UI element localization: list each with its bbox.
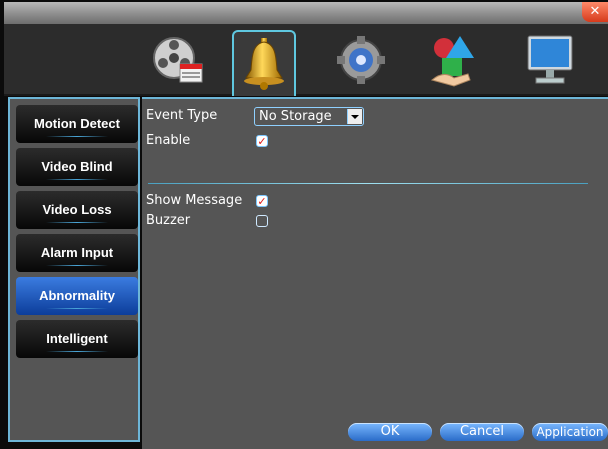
alarm-category-sidebar: Motion Detect Video Blind Video Loss Ala…: [8, 97, 140, 442]
buzzer-label: Buzzer: [146, 213, 191, 228]
title-bar: ✕: [4, 2, 608, 25]
enable-checkbox[interactable]: ✓: [256, 135, 268, 147]
alarm-settings-window: ✕ Motion Detect Video Blind Video Loss A…: [0, 0, 608, 449]
settings-panel: Event Type No Storage Enable ✓ Show Mess…: [142, 97, 608, 449]
sidebar-item-intelligent[interactable]: Intelligent: [16, 320, 138, 358]
system-gear-icon: [337, 36, 385, 84]
chevron-down-icon[interactable]: [347, 109, 362, 124]
monitor-icon: [527, 35, 573, 84]
close-icon: ✕: [589, 4, 601, 19]
toolbar-advanced[interactable]: [424, 30, 484, 90]
main-toolbar: [4, 24, 608, 96]
ok-button[interactable]: OK: [348, 423, 432, 441]
sidebar-item-video-loss[interactable]: Video Loss: [16, 191, 138, 229]
toolbar-record[interactable]: [148, 30, 208, 90]
alarm-bell-icon: [244, 38, 284, 90]
close-button[interactable]: ✕: [582, 2, 608, 22]
event-type-value: No Storage: [259, 109, 332, 124]
toolbar-alarm[interactable]: [232, 30, 296, 96]
toolbar-monitor[interactable]: [520, 30, 580, 90]
event-type-select[interactable]: No Storage: [254, 107, 364, 126]
advanced-icon: [430, 36, 474, 87]
sidebar-item-video-blind[interactable]: Video Blind: [16, 148, 138, 186]
show-message-checkbox[interactable]: ✓: [256, 195, 268, 207]
toolbar-system[interactable]: [331, 30, 391, 90]
section-divider: [148, 183, 588, 184]
enable-label: Enable: [146, 133, 191, 148]
sidebar-item-abnormality[interactable]: Abnormality: [16, 277, 138, 315]
event-type-label: Event Type: [146, 108, 218, 123]
sidebar-item-motion-detect[interactable]: Motion Detect: [16, 105, 138, 143]
cancel-button[interactable]: Cancel: [440, 423, 524, 441]
show-message-label: Show Message: [146, 193, 243, 208]
sidebar-item-alarm-input[interactable]: Alarm Input: [16, 234, 138, 272]
apply-button[interactable]: Application: [532, 423, 608, 441]
record-icon: [153, 37, 203, 83]
buzzer-checkbox[interactable]: [256, 215, 268, 227]
